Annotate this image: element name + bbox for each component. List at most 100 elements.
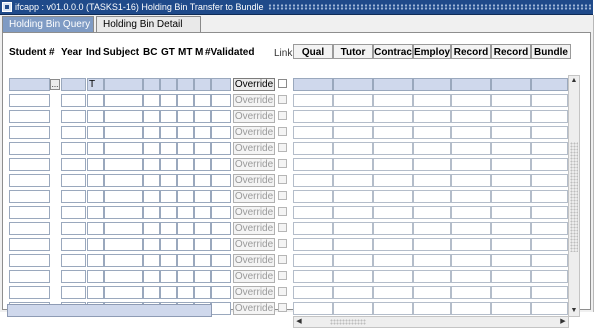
- m-field[interactable]: [194, 190, 211, 203]
- link-checkbox[interactable]: [278, 175, 287, 184]
- employer-field[interactable]: [413, 222, 451, 235]
- contract-field[interactable]: [373, 174, 413, 187]
- override-button[interactable]: Override: [233, 222, 275, 235]
- override-button[interactable]: Override: [233, 142, 275, 155]
- override-button[interactable]: Override: [233, 254, 275, 267]
- validated-field[interactable]: [211, 174, 231, 187]
- subject-field[interactable]: [104, 126, 143, 139]
- year-field[interactable]: [61, 126, 86, 139]
- bundle-field[interactable]: [531, 78, 568, 91]
- year-field[interactable]: [61, 238, 86, 251]
- override-button[interactable]: Override: [233, 286, 275, 299]
- gt-field[interactable]: [160, 270, 177, 283]
- qual-field[interactable]: [293, 254, 333, 267]
- contract-field[interactable]: [373, 238, 413, 251]
- record-2-field[interactable]: [491, 174, 531, 187]
- year-field[interactable]: [61, 110, 86, 123]
- student-number-field[interactable]: [9, 94, 50, 107]
- m-field[interactable]: [194, 110, 211, 123]
- employer-field[interactable]: [413, 142, 451, 155]
- record-2-field[interactable]: [491, 270, 531, 283]
- record-1-field[interactable]: [451, 126, 491, 139]
- qual-field[interactable]: [293, 126, 333, 139]
- m-field[interactable]: [194, 222, 211, 235]
- employer-field[interactable]: [413, 174, 451, 187]
- bundle-field[interactable]: [531, 110, 568, 123]
- link-checkbox[interactable]: [278, 79, 287, 88]
- link-checkbox[interactable]: [278, 287, 287, 296]
- bundle-field[interactable]: [531, 238, 568, 251]
- record-2-field[interactable]: [491, 78, 531, 91]
- bundle-field[interactable]: [531, 94, 568, 107]
- year-field[interactable]: [61, 270, 86, 283]
- ind-field[interactable]: [87, 286, 104, 299]
- gt-field[interactable]: [160, 206, 177, 219]
- tutor-field[interactable]: [333, 190, 373, 203]
- scroll-down-icon[interactable]: ▼: [569, 306, 579, 316]
- bc-field[interactable]: [143, 206, 160, 219]
- bc-field[interactable]: [143, 254, 160, 267]
- mt-field[interactable]: [177, 158, 194, 171]
- tutor-field[interactable]: [333, 142, 373, 155]
- gt-field[interactable]: [160, 158, 177, 171]
- validated-field[interactable]: [211, 286, 231, 299]
- qual-field[interactable]: [293, 174, 333, 187]
- link-checkbox[interactable]: [278, 207, 287, 216]
- record-2-field[interactable]: [491, 206, 531, 219]
- validated-field[interactable]: [211, 142, 231, 155]
- subject-field[interactable]: [104, 158, 143, 171]
- mt-field[interactable]: [177, 286, 194, 299]
- student-number-field[interactable]: [9, 222, 50, 235]
- validated-field[interactable]: [211, 222, 231, 235]
- year-field[interactable]: [61, 94, 86, 107]
- tutor-field[interactable]: [333, 158, 373, 171]
- validated-field[interactable]: [211, 78, 231, 91]
- gt-field[interactable]: [160, 190, 177, 203]
- record-1-field[interactable]: [451, 158, 491, 171]
- student-number-field[interactable]: [9, 238, 50, 251]
- ind-field[interactable]: [87, 270, 104, 283]
- year-field[interactable]: [61, 222, 86, 235]
- employer-field[interactable]: [413, 270, 451, 283]
- student-number-field[interactable]: [9, 110, 50, 123]
- ind-field[interactable]: T: [87, 78, 104, 91]
- contract-field[interactable]: [373, 94, 413, 107]
- employer-field[interactable]: [413, 190, 451, 203]
- override-button[interactable]: Override: [233, 302, 275, 315]
- qual-field[interactable]: [293, 78, 333, 91]
- student-number-field[interactable]: [9, 286, 50, 299]
- bc-field[interactable]: [143, 286, 160, 299]
- record-1-field[interactable]: [451, 190, 491, 203]
- employer-field[interactable]: [413, 94, 451, 107]
- contract-field[interactable]: [373, 110, 413, 123]
- bc-field[interactable]: [143, 222, 160, 235]
- employer-field[interactable]: [413, 286, 451, 299]
- mt-field[interactable]: [177, 206, 194, 219]
- record-1-field[interactable]: [451, 238, 491, 251]
- subject-field[interactable]: [104, 190, 143, 203]
- employer-field[interactable]: [413, 158, 451, 171]
- bc-field[interactable]: [143, 78, 160, 91]
- record-1-field[interactable]: [451, 222, 491, 235]
- mt-field[interactable]: [177, 94, 194, 107]
- tutor-field[interactable]: [333, 206, 373, 219]
- qual-field[interactable]: [293, 94, 333, 107]
- override-button[interactable]: Override: [233, 174, 275, 187]
- record-1-field[interactable]: [451, 110, 491, 123]
- override-button[interactable]: Override: [233, 158, 275, 171]
- record-2-field[interactable]: [491, 142, 531, 155]
- bc-field[interactable]: [143, 126, 160, 139]
- bc-field[interactable]: [143, 94, 160, 107]
- scroll-up-icon[interactable]: ▲: [569, 76, 579, 86]
- bundle-field[interactable]: [531, 270, 568, 283]
- record-2-field[interactable]: [491, 222, 531, 235]
- year-field[interactable]: [61, 142, 86, 155]
- qual-field[interactable]: [293, 302, 333, 315]
- tutor-field[interactable]: [333, 222, 373, 235]
- link-checkbox[interactable]: [278, 191, 287, 200]
- mt-field[interactable]: [177, 238, 194, 251]
- record-1-field[interactable]: [451, 206, 491, 219]
- bundle-field[interactable]: [531, 302, 568, 315]
- validated-field[interactable]: [211, 110, 231, 123]
- year-field[interactable]: [61, 158, 86, 171]
